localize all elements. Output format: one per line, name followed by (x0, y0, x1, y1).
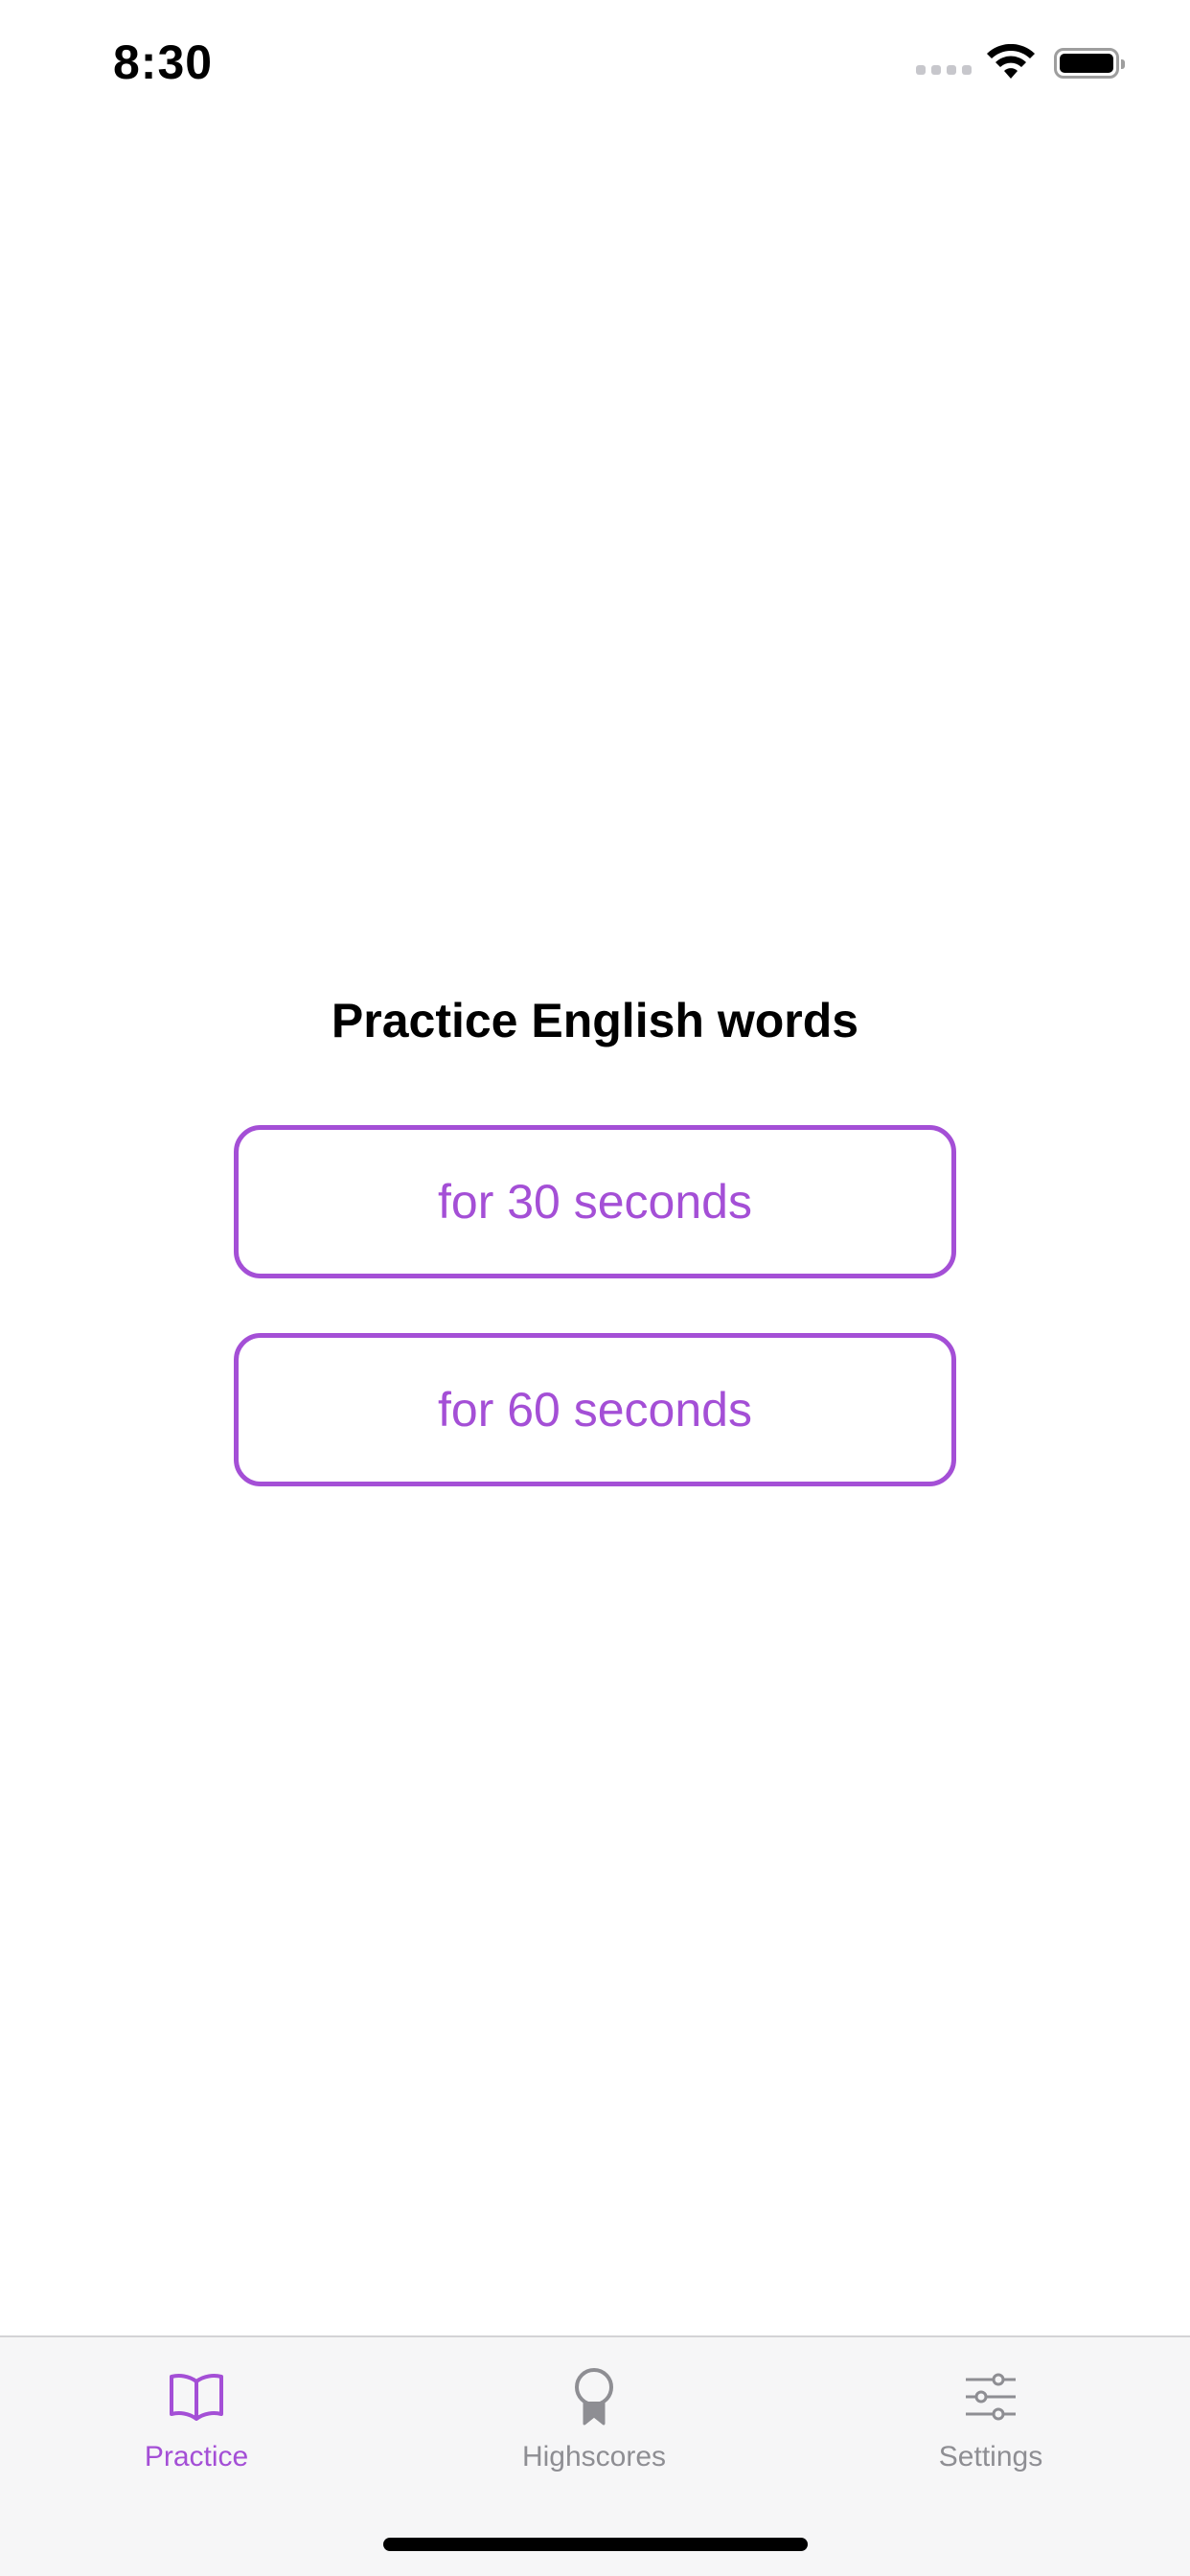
page-title: Practice English words (331, 994, 859, 1047)
wifi-icon (987, 44, 1035, 79)
cellular-signal-icon (916, 65, 972, 75)
tab-highscores[interactable]: Highscores (450, 2337, 738, 2510)
tab-settings-label: Settings (938, 2441, 1043, 2472)
tab-settings[interactable]: Settings (847, 2337, 1134, 2510)
book-icon (170, 2374, 223, 2421)
battery-icon (1054, 48, 1125, 79)
status-time: 8:30 (113, 35, 214, 89)
tab-practice-label: Practice (144, 2441, 249, 2472)
tab-practice[interactable]: Practice (53, 2337, 340, 2510)
sliders-icon (966, 2373, 1016, 2421)
practice-60-seconds-button[interactable]: for 60 seconds (234, 1333, 956, 1486)
home-indicator[interactable] (383, 2538, 808, 2551)
tab-highscores-label: Highscores (521, 2441, 667, 2472)
award-icon (575, 2368, 613, 2426)
screen: 8:30 Practice English words for 30 secon… (0, 0, 1190, 2576)
status-bar: 8:30 (0, 0, 1190, 126)
practice-30-seconds-button[interactable]: for 30 seconds (234, 1125, 956, 1278)
